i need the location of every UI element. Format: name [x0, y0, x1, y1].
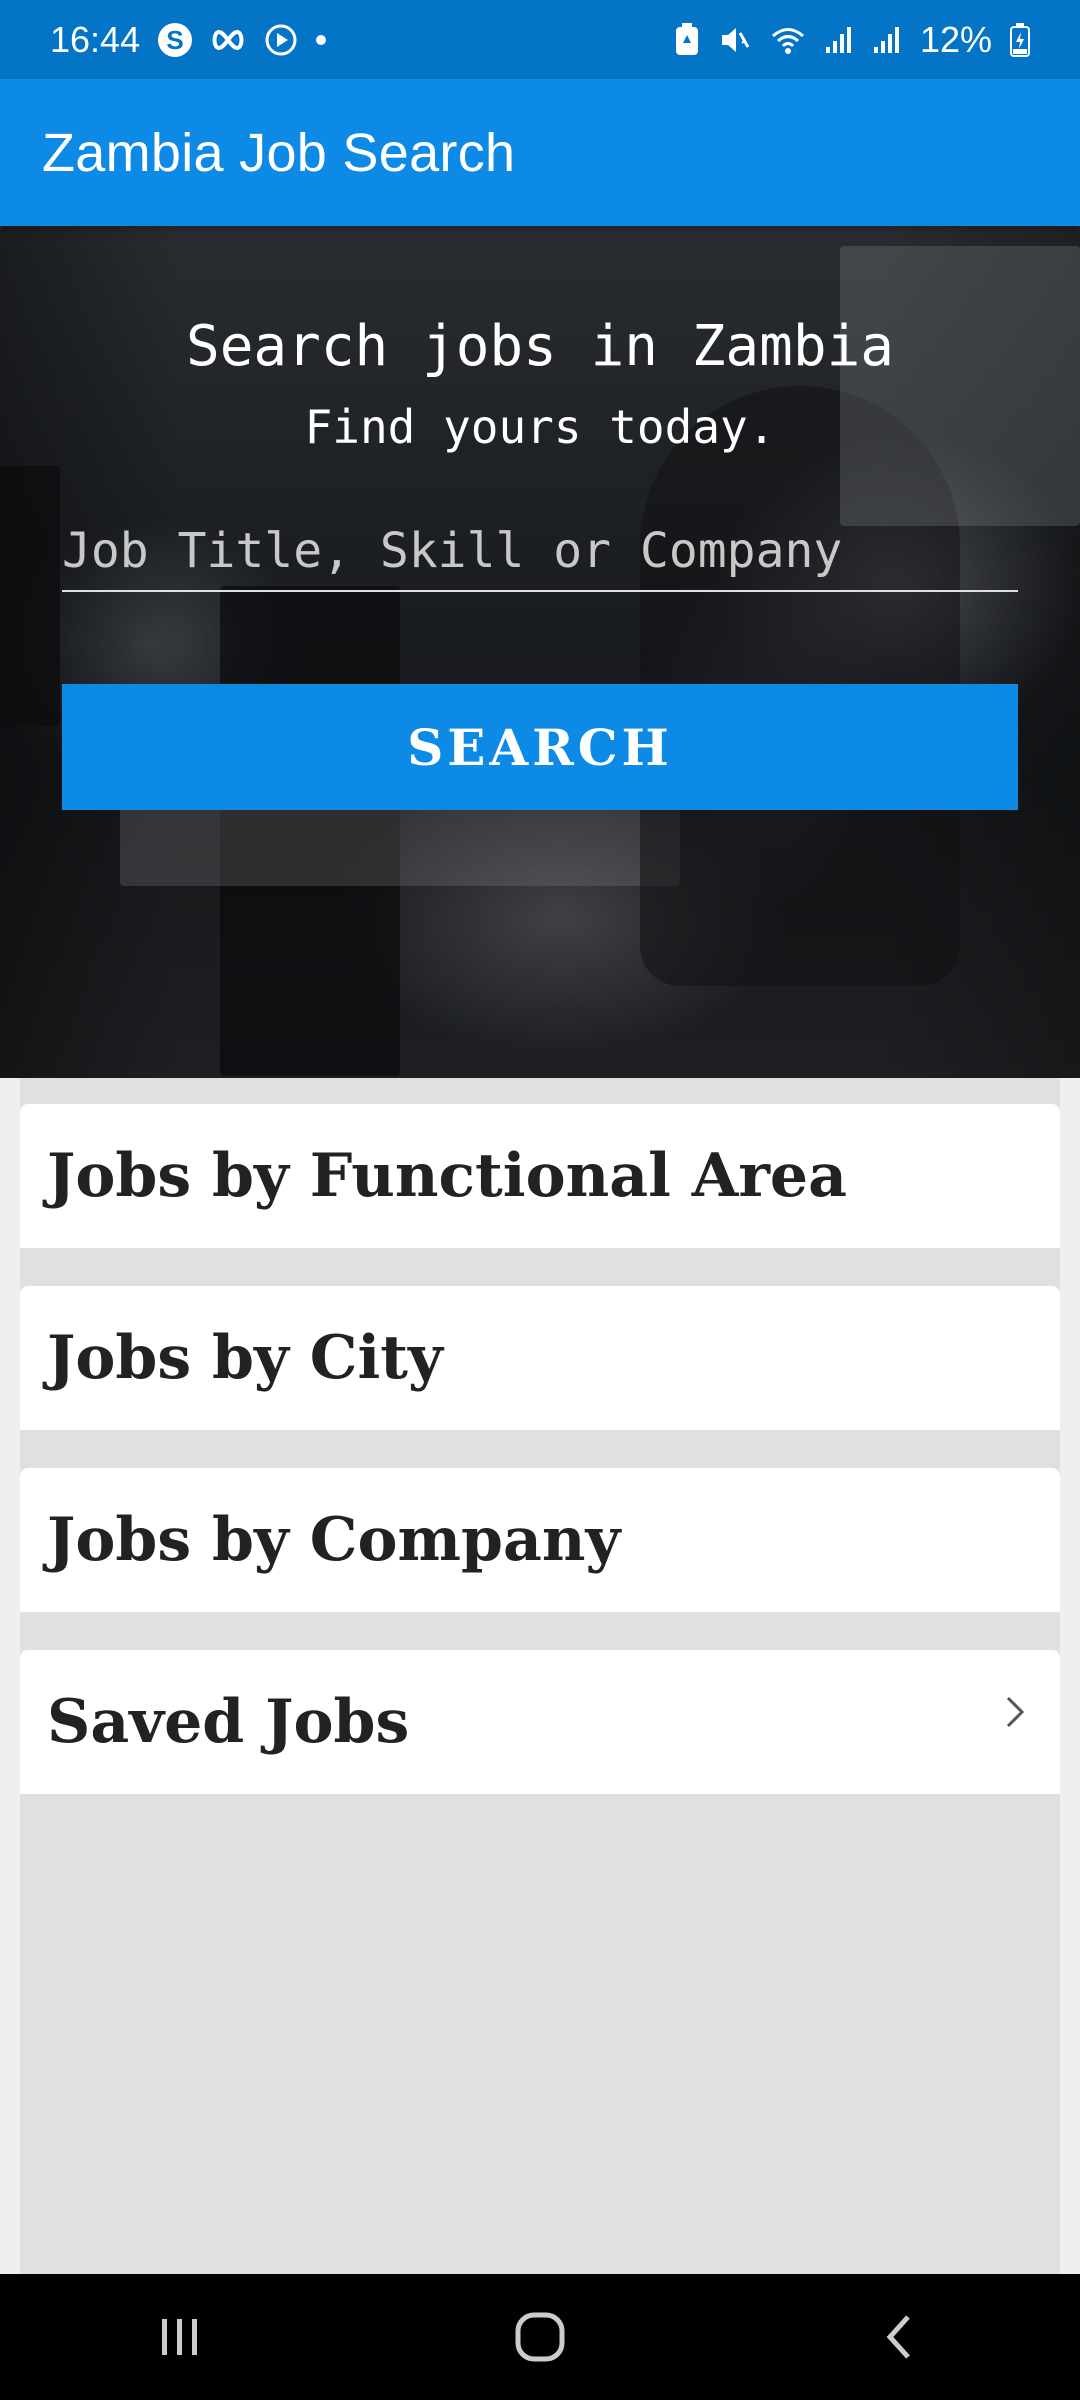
hero-subtitle: Find yours today. — [304, 400, 776, 454]
battery-percent: 12% — [919, 18, 992, 60]
skype-icon: S — [158, 22, 193, 58]
battery-icon — [1010, 22, 1030, 58]
search-button[interactable]: SEARCH — [62, 684, 1018, 810]
hero-banner: Search jobs in Zambia Find yours today. … — [0, 226, 1080, 1078]
menu-item-label: Jobs by Company — [47, 1505, 621, 1575]
infinity-icon — [210, 22, 246, 58]
hero-title: Search jobs in Zambia — [185, 314, 894, 379]
search-input[interactable] — [62, 523, 1018, 579]
app-bar: Zambia Job Search — [0, 79, 1080, 226]
app-title: Zambia Job Search — [42, 122, 516, 183]
mute-icon — [718, 22, 752, 58]
signal-icon — [872, 22, 902, 58]
status-bar: 16:44 S 12% — [0, 0, 1080, 79]
menu-item-label: Jobs by Functional Area — [47, 1141, 847, 1211]
menu-item-functional-area[interactable]: Jobs by Functional Area — [20, 1104, 1060, 1248]
back-icon[interactable] — [840, 2297, 960, 2377]
signal-icon — [824, 22, 854, 58]
menu-item-saved-jobs[interactable]: Saved Jobs — [20, 1650, 1060, 1794]
home-icon[interactable] — [480, 2297, 600, 2377]
menu-item-label: Jobs by City — [47, 1323, 443, 1393]
menu-item-company[interactable]: Jobs by Company — [20, 1468, 1060, 1612]
dot-icon — [316, 22, 327, 58]
recents-icon[interactable] — [120, 2297, 240, 2377]
play-icon — [264, 22, 298, 58]
search-field[interactable] — [62, 512, 1018, 592]
battery-saver-icon — [674, 22, 700, 58]
menu-item-label: Saved Jobs — [47, 1687, 410, 1757]
status-left: 16:44 S — [50, 18, 327, 61]
status-time: 16:44 — [50, 18, 141, 60]
wifi-icon — [770, 22, 806, 58]
status-right: 12% — [674, 19, 1030, 61]
menu-list: Jobs by Functional Area Jobs by City Job… — [20, 1078, 1060, 2274]
menu-item-city[interactable]: Jobs by City — [20, 1286, 1060, 1430]
chevron-right-icon — [1000, 1692, 1030, 1732]
system-nav-bar — [0, 2274, 1080, 2400]
